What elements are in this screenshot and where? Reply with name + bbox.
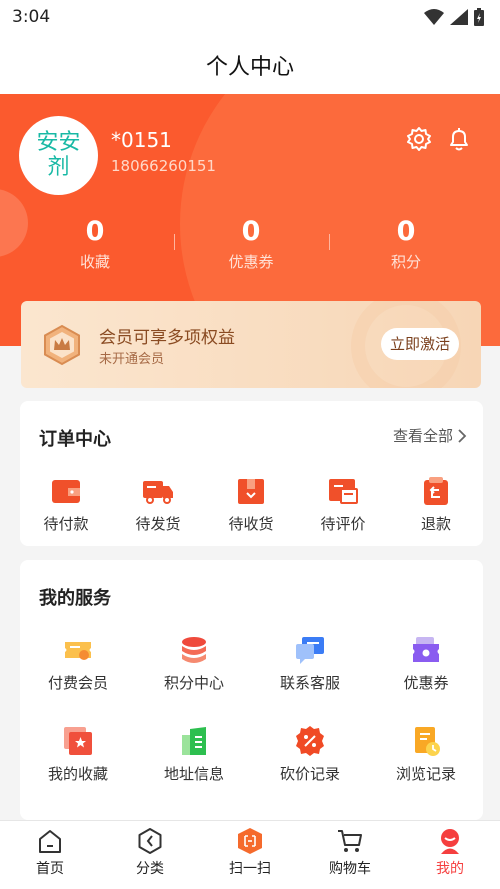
user-name[interactable]: *0151	[111, 128, 172, 152]
user-phone: 18066260151	[111, 157, 216, 175]
service-label: 积分中心	[163, 674, 224, 692]
star-icon	[64, 727, 92, 755]
truck-icon	[143, 481, 173, 504]
avatar[interactable]: 安安 剂	[19, 116, 98, 195]
coins-icon	[182, 637, 206, 663]
avatar-text: 剂	[47, 154, 70, 180]
review-icon	[329, 479, 358, 504]
stat-value: 0	[241, 216, 261, 247]
stat-favorites[interactable]: 0 收藏	[35, 216, 155, 272]
order-pending-review[interactable]: 待评价	[297, 475, 389, 534]
stat-value: 0	[85, 216, 105, 247]
stat-label: 积分	[390, 253, 421, 271]
vip-subtitle: 未开通会员	[99, 352, 165, 367]
chat-icon	[296, 637, 324, 664]
battery-icon	[474, 8, 484, 26]
home-icon	[39, 830, 61, 853]
tab-category[interactable]: 分类	[100, 827, 200, 878]
service-browse-history[interactable]: 浏览记录	[380, 725, 472, 784]
avatar-text: 安安	[36, 130, 81, 156]
order-label: 待付款	[43, 515, 89, 533]
section-title: 订单中心	[39, 429, 111, 450]
service-label: 砍价记录	[279, 765, 340, 783]
vip-title: 会员可享多项权益	[99, 328, 235, 348]
tab-home[interactable]: 首页	[0, 827, 100, 878]
service-label: 地址信息	[163, 765, 224, 783]
service-my-favorites[interactable]: 我的收藏	[32, 725, 124, 784]
order-label: 待评价	[320, 515, 366, 533]
tab-scan[interactable]: 扫一扫	[200, 827, 300, 878]
activate-button[interactable]: 立即激活	[381, 328, 459, 360]
tab-label: 扫一扫	[229, 861, 271, 877]
stat-points[interactable]: 0 积分	[346, 216, 466, 272]
order-pending-shipment[interactable]: 待发货	[112, 475, 204, 534]
service-label: 我的收藏	[47, 765, 108, 783]
service-label: 优惠券	[403, 674, 449, 692]
service-coupons[interactable]: 优惠券	[380, 634, 472, 693]
gear-icon[interactable]	[406, 126, 432, 152]
service-address-info[interactable]: 地址信息	[148, 725, 240, 784]
cart-icon	[338, 830, 362, 852]
service-bargain-records[interactable]: 砍价记录	[264, 725, 356, 784]
status-bar: 3:04	[0, 0, 500, 34]
order-refund[interactable]: 退款	[390, 475, 482, 534]
order-pending-payment[interactable]: 待付款	[20, 475, 112, 534]
stat-label: 收藏	[79, 253, 110, 271]
signal-icon	[450, 9, 468, 25]
tab-profile[interactable]: 我的	[400, 827, 500, 878]
section-title: 我的服务	[39, 588, 111, 609]
service-points-center[interactable]: 积分中心	[148, 634, 240, 693]
wallet-icon	[52, 480, 80, 503]
scan-icon	[238, 828, 262, 854]
discount-icon	[296, 726, 324, 756]
bottom-tab-bar: 首页 分类 扫一扫 购物车 我的	[0, 820, 500, 889]
vip-card[interactable]: 会员可享多项权益 未开通会员 立即激活	[21, 301, 481, 388]
service-contact-support[interactable]: 联系客服	[264, 634, 356, 693]
order-label: 待发货	[135, 515, 181, 533]
bell-icon[interactable]	[446, 126, 472, 152]
chevron-right-icon	[458, 428, 467, 443]
building-icon	[182, 727, 206, 755]
service-label: 付费会员	[47, 674, 108, 692]
page-title: 个人中心	[205, 55, 294, 80]
tab-label: 我的	[436, 861, 464, 877]
decor-circle	[0, 189, 28, 257]
stat-value: 0	[396, 216, 416, 247]
tab-label: 分类	[136, 861, 164, 877]
order-label: 待收货	[228, 515, 274, 533]
coupon-icon	[413, 637, 439, 662]
nav-bar: 个人中心	[0, 34, 500, 94]
refund-icon	[424, 477, 448, 505]
tab-label: 首页	[36, 861, 64, 877]
order-center-card: 订单中心 查看全部 待付款 待发货 待收货 待评价 退款	[20, 401, 483, 546]
divider	[174, 234, 175, 250]
order-label: 退款	[420, 515, 451, 533]
service-paid-membership[interactable]: 付费会员	[32, 634, 124, 693]
view-all-orders-link[interactable]: 查看全部	[393, 425, 467, 446]
profile-icon	[441, 829, 459, 854]
tab-cart[interactable]: 购物车	[300, 827, 400, 878]
history-icon	[415, 727, 440, 756]
divider	[329, 234, 330, 250]
category-icon	[138, 828, 162, 854]
status-time: 3:04	[12, 7, 51, 27]
wifi-icon	[424, 9, 444, 25]
tab-label: 购物车	[329, 861, 371, 877]
crown-badge-icon	[44, 324, 80, 366]
package-icon	[238, 479, 264, 504]
service-label: 联系客服	[279, 674, 340, 692]
my-services-card: 我的服务 付费会员 积分中心 联系客服 优惠券 我的收藏 地址信息 砍价记录 浏…	[20, 560, 483, 820]
service-label: 浏览记录	[395, 765, 456, 783]
stat-coupons[interactable]: 0 优惠券	[191, 216, 311, 272]
view-all-label: 查看全部	[392, 427, 453, 445]
status-icons	[424, 8, 484, 26]
vip-ticket-icon	[65, 642, 91, 660]
order-pending-receipt[interactable]: 待收货	[205, 475, 297, 534]
stat-label: 优惠券	[228, 253, 274, 271]
